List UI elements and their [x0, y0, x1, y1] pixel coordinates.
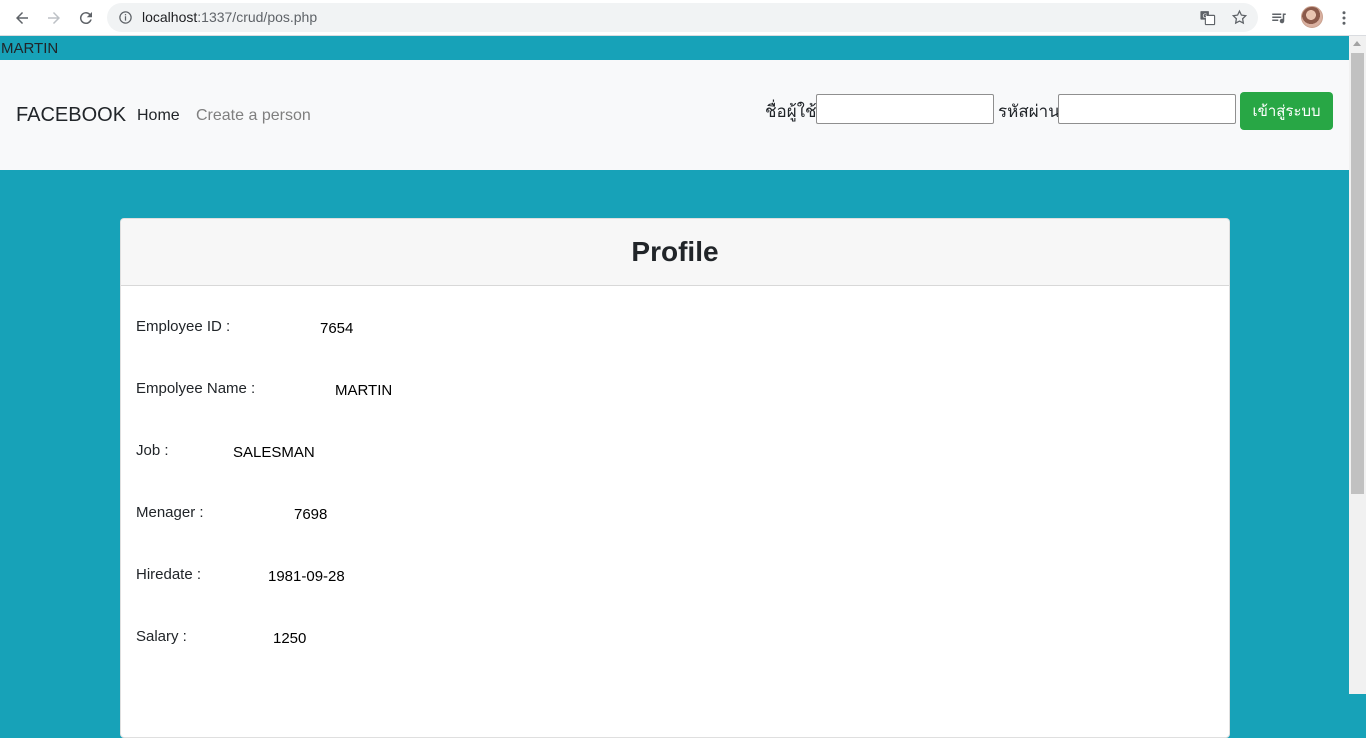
- address-bar[interactable]: localhost:1337/crud/pos.php G: [107, 3, 1258, 32]
- url-text: localhost:1337/crud/pos.php: [142, 9, 318, 25]
- top-strip: MARTIN: [0, 36, 1349, 60]
- username-input[interactable]: [816, 94, 994, 124]
- svg-text:G: G: [1203, 12, 1208, 20]
- vertical-scrollbar[interactable]: [1349, 36, 1366, 694]
- field-value: 7654: [320, 320, 354, 337]
- card-header: Profile: [121, 219, 1229, 286]
- back-icon[interactable]: [9, 5, 35, 31]
- field-label: Job :: [136, 442, 169, 459]
- password-input[interactable]: [1058, 94, 1236, 124]
- translate-icon[interactable]: G: [1199, 9, 1216, 26]
- reload-icon[interactable]: [73, 5, 99, 31]
- top-strip-text: MARTIN: [1, 40, 59, 57]
- scrollbar-thumb[interactable]: [1351, 53, 1364, 494]
- field-label: Hiredate :: [136, 566, 202, 583]
- scroll-up-icon[interactable]: [1353, 41, 1361, 46]
- menu-icon[interactable]: [1331, 5, 1357, 31]
- field-value: 7698: [294, 506, 328, 523]
- nav-create-person-link[interactable]: Create a person: [196, 107, 311, 125]
- forward-icon[interactable]: [41, 5, 67, 31]
- login-button[interactable]: เข้าสู่ระบบ: [1240, 92, 1333, 130]
- navbar: FACEBOOK Home Create a person ชื่อผู้ใช้…: [0, 60, 1349, 170]
- nav-home-link[interactable]: Home: [137, 107, 180, 125]
- profile-card: Profile Employee ID : 7654 Empolyee Name…: [120, 218, 1230, 738]
- password-label: รหัสผ่าน: [998, 102, 1060, 122]
- username-label: ชื่อผู้ใช้: [765, 102, 817, 122]
- field-value: MARTIN: [335, 382, 393, 399]
- field-label: Salary :: [136, 628, 187, 645]
- page: MARTIN FACEBOOK Home Create a person ชื่…: [0, 36, 1349, 738]
- field-label: Employee ID :: [136, 318, 231, 335]
- browser-toolbar: localhost:1337/crud/pos.php G: [0, 0, 1366, 36]
- card-title: Profile: [631, 236, 719, 267]
- field-value: 1250: [273, 630, 307, 647]
- media-icon[interactable]: [1266, 5, 1292, 31]
- info-icon[interactable]: [118, 10, 133, 25]
- field-label: Menager :: [136, 504, 204, 521]
- star-icon[interactable]: [1231, 9, 1248, 26]
- field-value: 1981-09-28: [268, 568, 345, 585]
- field-value: SALESMAN: [233, 444, 315, 461]
- field-label: Empolyee Name :: [136, 380, 256, 397]
- brand-link[interactable]: FACEBOOK: [16, 104, 126, 127]
- profile-avatar[interactable]: [1301, 6, 1323, 28]
